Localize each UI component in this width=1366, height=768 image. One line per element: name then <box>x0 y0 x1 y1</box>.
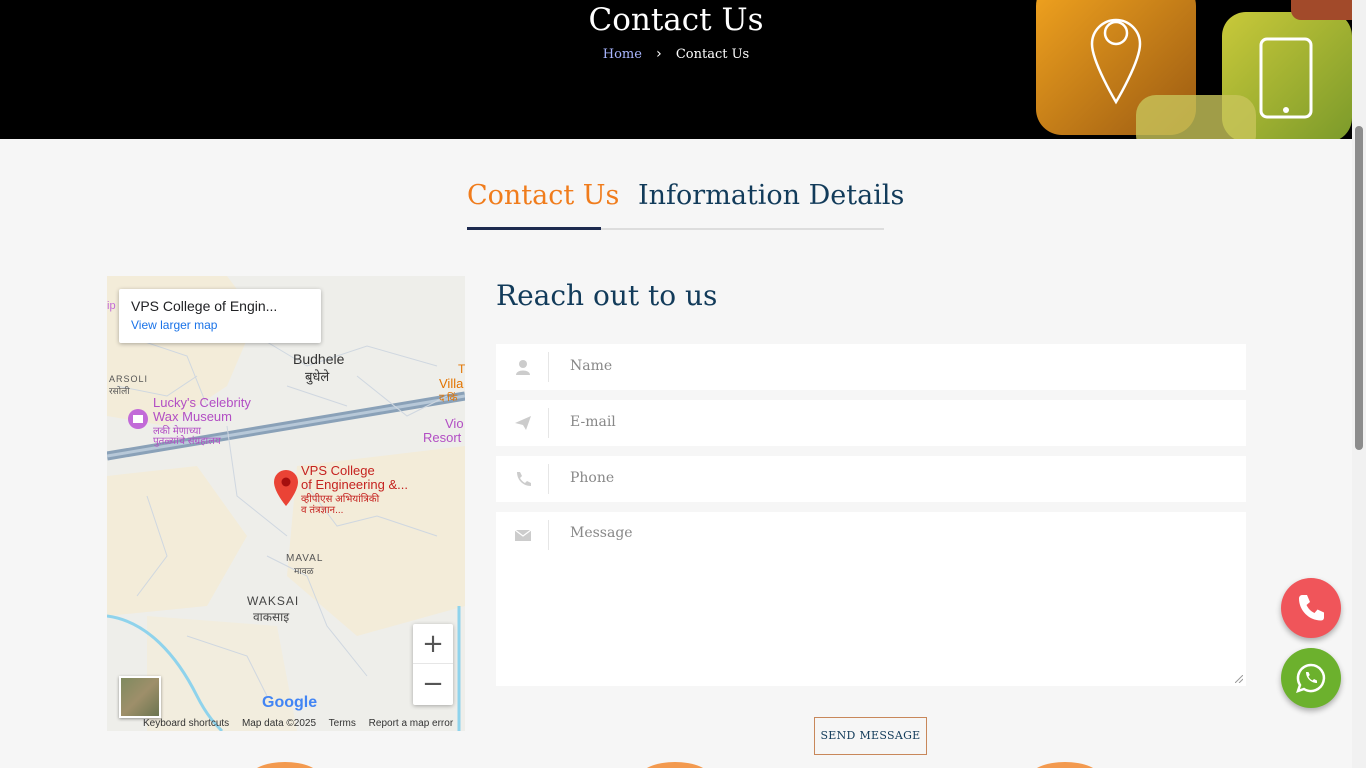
map-label-maval: MAVAL <box>286 553 324 564</box>
info-icon-circle <box>640 762 710 768</box>
email-field[interactable]: E-mail <box>496 400 1246 446</box>
name-field[interactable]: Name <box>496 344 1246 390</box>
map-label-resort-2: Resort <box>423 430 462 445</box>
envelope-icon <box>514 529 532 541</box>
map-label-arsoli: ARSOLI <box>109 374 149 384</box>
view-larger-map-link[interactable]: View larger map <box>131 318 309 332</box>
breadcrumb-current: Contact Us <box>675 47 750 62</box>
page-hero: Contact Us Home › Contact Us <box>0 0 1366 139</box>
breadcrumb-home-link[interactable]: Home <box>603 47 642 62</box>
contact-tabs: Contact Us Information Details <box>467 180 904 230</box>
message-placeholder: Message <box>570 525 633 541</box>
keyboard-shortcuts-link[interactable]: Keyboard shortcuts <box>143 718 229 729</box>
send-message-button[interactable]: SEND MESSAGE <box>814 717 927 755</box>
map-tiles <box>107 276 465 731</box>
report-map-error-link[interactable]: Report a map error <box>369 718 453 729</box>
map-label-resort: Vio <box>445 416 464 431</box>
field-divider <box>548 352 549 382</box>
tab-contact-us[interactable]: Contact Us <box>467 180 619 211</box>
map-footer: Keyboard shortcuts Map data ©2025 Terms … <box>143 718 463 729</box>
google-map[interactable]: ip Budhele बुधेले ARSOLI रसोली Lucky's C… <box>107 276 465 731</box>
zoom-in-button[interactable]: + <box>413 624 453 664</box>
map-label-budhele-mr: बुधेले <box>305 369 330 384</box>
field-divider <box>548 520 549 550</box>
map-label-budhele: Budhele <box>293 351 345 367</box>
terms-link[interactable]: Terms <box>329 718 356 729</box>
tab-information-details[interactable]: Information Details <box>638 180 904 211</box>
zoom-out-button[interactable]: − <box>413 664 453 704</box>
map-label-museum-2[interactable]: Wax Museum <box>153 409 232 424</box>
map-label-maval-mr: मावळ <box>294 566 314 576</box>
call-button[interactable] <box>1281 578 1341 638</box>
map-label-waksai: WAKSAI <box>247 594 300 608</box>
satellite-toggle-button[interactable] <box>119 676 161 718</box>
chevron-right-icon: › <box>656 46 662 62</box>
whatsapp-icon <box>1296 663 1326 693</box>
map-label-arsoli-mr: रसोली <box>109 386 130 396</box>
info-icon-circle <box>1030 762 1100 768</box>
map-data-text: Map data ©2025 <box>241 718 317 729</box>
scrollbar-thumb[interactable] <box>1355 126 1363 450</box>
email-placeholder: E-mail <box>570 414 616 430</box>
page-scrollbar[interactable] <box>1352 0 1366 768</box>
map-label-college[interactable]: VPS College <box>301 463 375 478</box>
name-placeholder: Name <box>570 358 613 374</box>
paper-plane-icon <box>515 416 531 430</box>
phone-icon <box>1299 595 1324 621</box>
phone-placeholder: Phone <box>570 470 615 486</box>
map-label-museum-mr-2: पुतळ्यांचे संग्रहालय <box>153 436 221 447</box>
message-field[interactable]: Message <box>496 512 1246 686</box>
map-label-villa: Villa <box>439 376 464 391</box>
google-logo: Google <box>262 694 318 711</box>
map-info-card: VPS College of Engin... View larger map <box>119 289 321 343</box>
map-label-t: T <box>458 362 465 376</box>
phone-icon <box>517 472 531 486</box>
field-divider <box>548 408 549 438</box>
map-label-college-2[interactable]: of Engineering &... <box>301 477 408 492</box>
map-label-museum[interactable]: Lucky's Celebrity <box>153 395 251 410</box>
field-divider <box>548 464 549 494</box>
map-label-college-mr-2: व तंत्रज्ञान... <box>301 505 344 516</box>
active-tab-indicator <box>467 227 601 230</box>
map-label-villa-mr: द किं <box>439 393 458 404</box>
map-label-ip: ip <box>107 300 116 312</box>
map-place-title: VPS College of Engin... <box>131 298 278 314</box>
resize-handle-icon[interactable] <box>1235 675 1243 683</box>
map-label-waksai-mr: वाकसाइ <box>253 610 290 624</box>
phone-field[interactable]: Phone <box>496 456 1246 502</box>
user-icon <box>516 360 530 375</box>
form-heading: Reach out to us <box>496 279 718 312</box>
whatsapp-button[interactable] <box>1281 648 1341 708</box>
map-zoom-control: + − <box>413 624 453 705</box>
contact-decoration-image <box>1036 0 1366 139</box>
info-icon-circle <box>250 762 320 768</box>
